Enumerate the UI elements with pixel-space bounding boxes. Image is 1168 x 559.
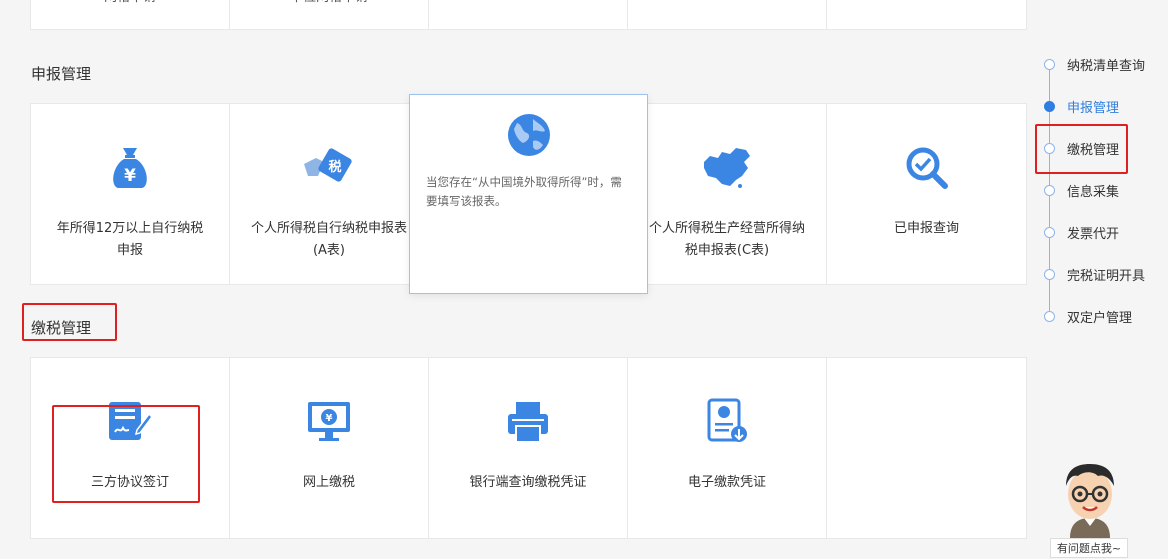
side-nav-item-fixed-household[interactable]: 双定户管理 (1044, 306, 1132, 326)
svg-text:¥: ¥ (124, 166, 136, 186)
declaration-item-form-c[interactable]: 个人所得税生产经营所得纳税申报表(C表) (628, 104, 827, 284)
search-check-icon (906, 147, 948, 189)
side-nav-item-declaration[interactable]: 申报管理 (1044, 96, 1119, 116)
payment-item-tripartite-agreement[interactable]: 三方协议签订 (31, 358, 230, 538)
side-nav-item-payment[interactable]: 缴税管理 (1044, 138, 1119, 158)
payment-item-label: 银行端查询缴税凭证 (469, 475, 587, 490)
declaration-item-label: 年所得12万以上自行纳税申报 (56, 221, 204, 258)
top-cell-2[interactable]: 单位网格申请 (230, 0, 429, 29)
declaration-item-annual-income[interactable]: ¥ 年所得12万以上自行纳税申报 (31, 104, 230, 284)
svg-text:税: 税 (328, 159, 341, 175)
nav-dot (1044, 310, 1055, 322)
side-nav-item-tax-list[interactable]: 纳税清单查询 (1044, 54, 1145, 74)
payment-item-label: 电子缴款凭证 (687, 475, 766, 490)
nav-label: 双定户管理 (1067, 310, 1133, 326)
side-nav-item-invoice[interactable]: 发票代开 (1044, 222, 1119, 242)
nav-label: 纳税清单查询 (1067, 58, 1146, 74)
payment-item-empty (827, 358, 1026, 538)
monitor-yen-icon: ¥ (308, 402, 350, 441)
nav-label: 发票代开 (1067, 226, 1120, 242)
nav-dot (1044, 142, 1055, 154)
top-cell-1[interactable]: 网格申请 (31, 0, 230, 29)
declaration-item-label: 个人所得税自行纳税申报表(A表) (250, 221, 407, 258)
nav-dot-active (1044, 100, 1055, 112)
declaration-item-label: 个人所得税生产经营所得纳税申报表(C表) (648, 221, 805, 258)
payment-item-e-certificate[interactable]: 电子缴款凭证 (628, 358, 827, 538)
svg-text:¥: ¥ (326, 413, 333, 424)
top-cell-4 (628, 0, 827, 29)
nav-dot (1044, 184, 1055, 196)
nav-label: 信息采集 (1067, 184, 1120, 200)
payment-item-bank-query[interactable]: 银行端查询缴税凭证 (429, 358, 628, 538)
china-map-icon (704, 148, 750, 188)
top-service-row: 网格申请 单位网格申请 (30, 0, 1027, 30)
tax-hand-icon: 税 (304, 148, 352, 182)
payment-item-online-payment[interactable]: ¥ 网上缴税 (230, 358, 429, 538)
tooltip-text: 当您存在“从中国境外取得所得”时，需要填写该报表。 (426, 175, 622, 208)
top-cell-label: 单位网格申请 (250, 0, 408, 9)
nav-label: 申报管理 (1067, 100, 1120, 116)
payment-row: 三方协议签订 ¥ 网上缴税 银行端查询缴税凭证 电子缴款凭证 (30, 357, 1027, 539)
section-title-payment: 缴税管理 (31, 319, 92, 337)
contract-sign-icon (109, 402, 153, 440)
side-nav-item-tax-proof[interactable]: 完税证明开具 (1044, 264, 1145, 284)
e-certificate-icon (707, 398, 747, 442)
assistant-avatar-icon[interactable] (1058, 462, 1122, 538)
declaration-item-query[interactable]: 已申报查询 (827, 104, 1026, 284)
money-bag-icon: ¥ (113, 148, 147, 188)
nav-label: 缴税管理 (1067, 142, 1120, 158)
nav-label: 完税证明开具 (1067, 268, 1146, 284)
top-cell-3 (429, 0, 628, 29)
side-nav-item-info-collection[interactable]: 信息采集 (1044, 180, 1119, 200)
overseas-tooltip-card[interactable]: 当您存在“从中国境外取得所得”时，需要填写该报表。 (409, 94, 648, 294)
payment-item-label: 网上缴税 (302, 475, 355, 490)
nav-dot (1044, 226, 1055, 238)
declaration-item-form-a[interactable]: 税 个人所得税自行纳税申报表(A表) (230, 104, 429, 284)
nav-dot (1044, 58, 1055, 70)
assistant-help-button[interactable]: 有问题点我~ (1050, 538, 1128, 558)
section-title-declaration: 申报管理 (31, 65, 92, 83)
globe-icon (508, 114, 550, 156)
declaration-item-label: 已申报查询 (893, 221, 959, 236)
nav-dot (1044, 268, 1055, 280)
top-cell-label: 网格申请 (51, 0, 209, 9)
payment-item-label: 三方协议签订 (90, 475, 169, 490)
printer-icon (508, 402, 548, 443)
top-cell-5 (827, 0, 1026, 29)
